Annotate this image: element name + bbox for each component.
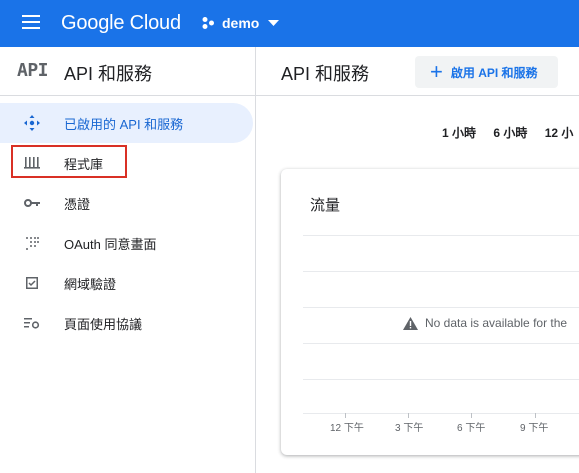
plus-icon: + [430,59,443,84]
no-data-text: No data is available for the [425,316,568,330]
x-tick-mark [345,413,346,418]
sidebar-nav: 已啟用的 API 和服務 程式庫 憑證 OAuth 同意畫面 網域驗證 頁面使用… [0,103,255,343]
sidebar-title: API 和服務 [64,64,153,84]
sidebar-item-label: 憑證 [64,196,91,212]
sidebar-item-oauth-consent[interactable]: OAuth 同意畫面 [0,223,255,263]
google-cloud-logo[interactable]: Google Cloud [61,10,181,36]
settings-list-icon [23,315,41,331]
traffic-card: 流量 No data is available for the 12 下午 3 … [281,169,579,455]
highlight-box [11,145,127,178]
sidebar: API API 和服務 已啟用的 API 和服務 程式庫 憑證 OAuth 同意… [0,47,256,473]
project-selector[interactable]: demo [201,13,286,33]
x-tick-label: 9 下午 [520,423,549,434]
sidebar-item-label: 網域驗證 [64,276,117,292]
api-icon: API [17,60,49,81]
menu-icon[interactable] [22,15,40,31]
sidebar-item-credentials[interactable]: 憑證 [0,183,255,223]
time-range-selector: 1 小時 6 小時 12 小 [442,124,579,141]
gridline [303,379,579,380]
move-icon [23,115,41,131]
sidebar-header: API API 和服務 [0,47,255,96]
x-tick-mark [408,413,409,418]
gridline [303,235,579,236]
x-tick-label: 12 下午 [330,423,364,434]
main-header: API 和服務 + 啟用 API 和服務 [256,47,579,96]
x-tick-mark [471,413,472,418]
project-icon [202,17,214,29]
sidebar-item-enabled-apis[interactable]: 已啟用的 API 和服務 [0,103,253,143]
gridline [303,271,579,272]
warning-icon [403,316,418,330]
gridline [303,343,579,344]
sidebar-item-page-usage[interactable]: 頁面使用協議 [0,303,255,343]
gridline [303,307,579,308]
sidebar-item-label: 頁面使用協議 [64,316,143,332]
time-range-12h[interactable]: 12 小 [545,126,574,140]
enable-apis-button[interactable]: + 啟用 API 和服務 [415,56,558,88]
checkbox-icon [23,275,41,291]
sidebar-item-label: OAuth 同意畫面 [64,236,157,252]
sidebar-item-domain-verification[interactable]: 網域驗證 [0,263,255,303]
x-tick-label: 3 下午 [395,423,424,434]
no-data-message: No data is available for the [403,316,567,330]
key-icon [23,195,41,211]
time-range-1h[interactable]: 1 小時 [442,126,476,140]
time-range-6h[interactable]: 6 小時 [493,126,527,140]
page-title: API 和服務 [281,64,370,84]
top-app-bar: Google Cloud demo [0,0,579,47]
main-content: API 和服務 + 啟用 API 和服務 1 小時 6 小時 12 小 流量 N… [256,47,579,473]
sidebar-item-label: 已啟用的 API 和服務 [64,116,184,132]
x-tick-mark [535,413,536,418]
x-tick-label: 6 下午 [457,423,486,434]
enable-apis-label: 啟用 API 和服務 [450,65,538,80]
project-name: demo [222,15,260,31]
card-title: 流量 [310,197,341,214]
dots-grid-icon [23,235,41,251]
chevron-down-icon [268,20,280,26]
